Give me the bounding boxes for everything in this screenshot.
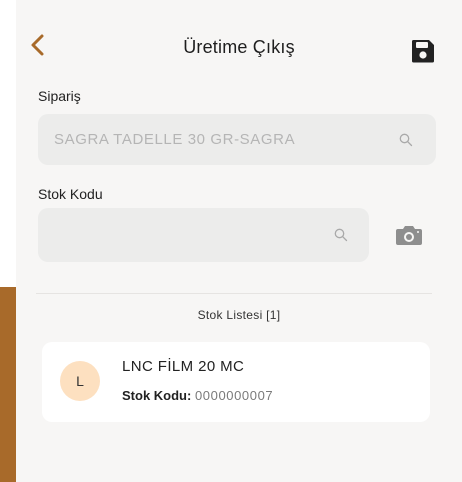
stock-code-field[interactable]: [38, 208, 369, 262]
item-code-value: 0000000007: [194, 388, 274, 403]
item-name: LNC FİLM 20 MC: [122, 358, 245, 375]
order-value: SAGRA TADELLE 30 GR-SAGRA: [54, 131, 296, 148]
exit-to-production-panel: Üretime Çıkış Sipariş SAGRA TADELLE 30 G…: [16, 0, 462, 482]
order-label: Sipariş: [38, 88, 81, 104]
side-accent-bar: [0, 287, 16, 482]
item-code-row: Stok Kodu: 0000000007: [122, 388, 273, 403]
list-item[interactable]: L LNC FİLM 20 MC Stok Kodu: 0000000007: [42, 342, 430, 422]
save-floppy-icon[interactable]: [410, 38, 436, 64]
page-title: Üretime Çıkış: [183, 37, 295, 57]
item-code-label: Stok Kodu:: [122, 388, 192, 403]
stock-list-title: Stok Listesi [1]: [197, 308, 281, 322]
stock-code-label: Stok Kodu: [38, 186, 103, 202]
divider: [36, 293, 432, 294]
search-icon[interactable]: [398, 132, 414, 148]
order-field[interactable]: SAGRA TADELLE 30 GR-SAGRA: [38, 114, 436, 165]
avatar: L: [60, 361, 100, 401]
camera-icon[interactable]: [394, 222, 424, 248]
header: Üretime Çıkış: [16, 20, 462, 70]
search-icon[interactable]: [333, 227, 349, 243]
